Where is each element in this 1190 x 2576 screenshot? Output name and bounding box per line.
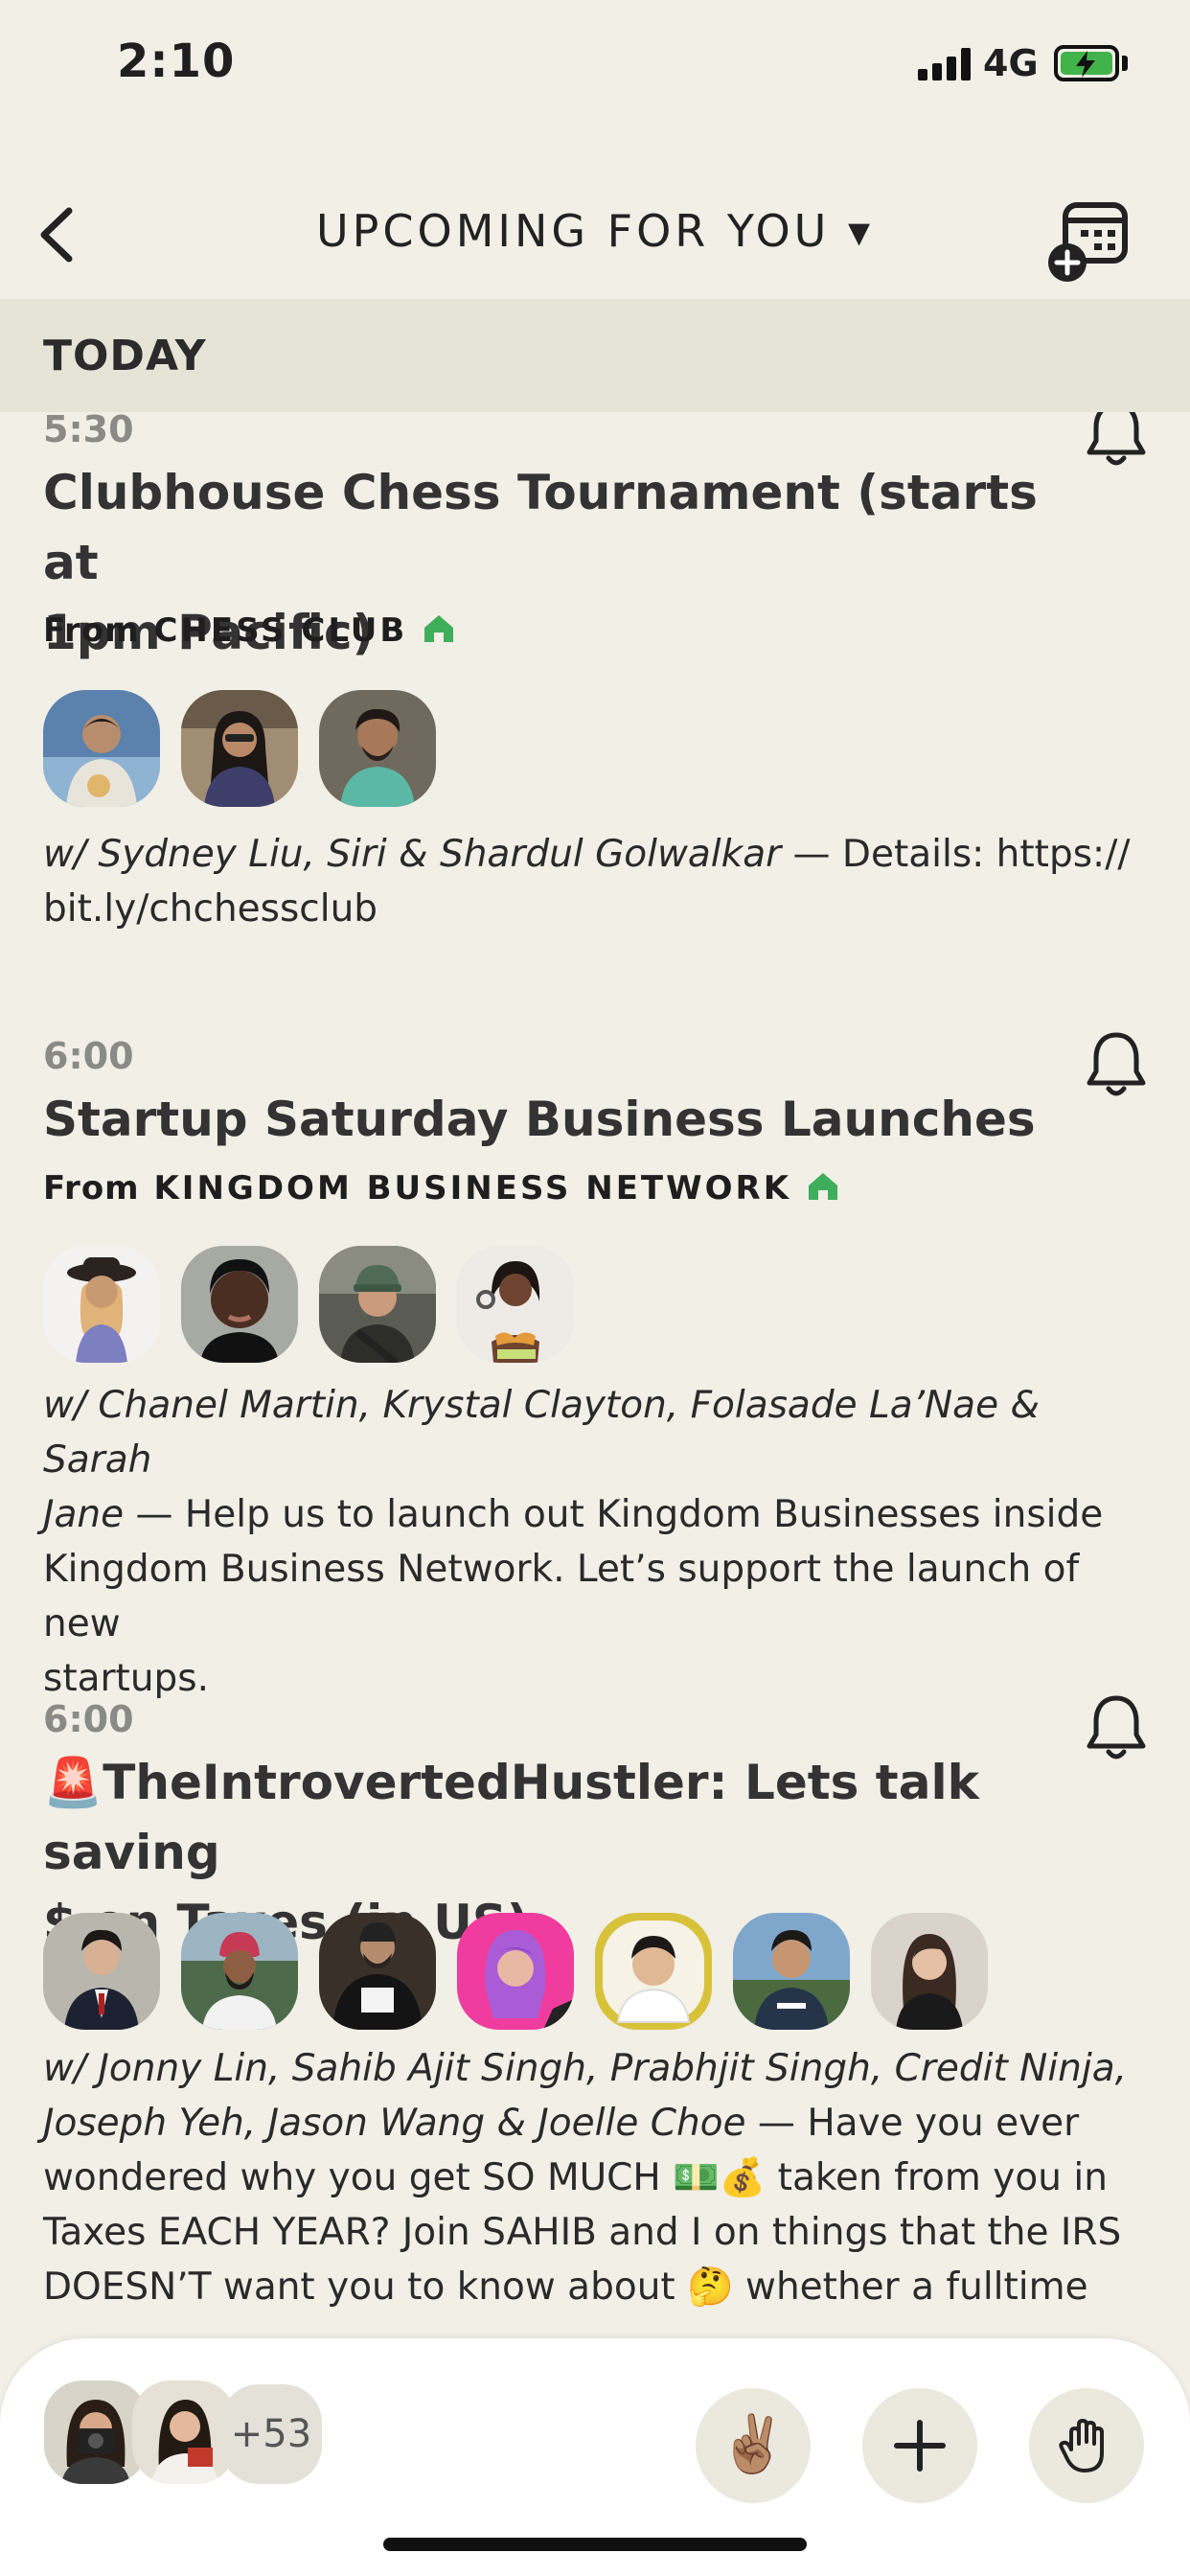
avatar[interactable] (43, 690, 160, 807)
event-time: 6:00 (43, 1698, 134, 1740)
avatar[interactable] (319, 1246, 436, 1363)
section-label: TODAY (43, 332, 207, 380)
raise-hand-button[interactable] (1029, 2388, 1144, 2503)
avatar[interactable] (181, 690, 298, 807)
add-room-button[interactable] (862, 2388, 977, 2503)
avatar[interactable] (319, 690, 436, 807)
peace-hand-icon: ✌🏽 (718, 2411, 789, 2476)
avatar[interactable] (181, 1246, 298, 1363)
page-title-dropdown[interactable]: UPCOMING FOR YOU ▾ (0, 205, 1190, 257)
cellular-signal-icon (918, 48, 972, 80)
event-description: w/ Chanel Martin, Krystal Clayton, Folas… (43, 1384, 1104, 1700)
event-item[interactable]: 5:30 Clubhouse Chess Tournament (starts … (0, 402, 1190, 939)
avatar[interactable] (43, 1246, 160, 1363)
network-label: 4G (983, 42, 1039, 84)
avatar[interactable] (43, 1913, 160, 2030)
avatar[interactable] (181, 1913, 298, 2030)
new-event-button[interactable] (1046, 197, 1134, 286)
status-time: 2:10 (117, 34, 236, 88)
status-bar: 2:10 4G (0, 0, 1190, 134)
bell-icon[interactable] (1083, 1029, 1150, 1100)
avatar[interactable] (319, 1913, 436, 2030)
home-icon (809, 1173, 838, 1200)
avatar[interactable] (457, 1913, 574, 2030)
peace-emoji-button[interactable]: ✌🏽 (696, 2388, 811, 2503)
avatar[interactable] (457, 1246, 574, 1363)
event-time: 6:00 (43, 1035, 134, 1077)
home-icon (424, 615, 454, 642)
event-time: 5:30 (43, 408, 134, 450)
event-description: w/ Sydney Liu, Siri & Shardul Golwalkar … (43, 833, 1131, 931)
event-club[interactable]: From CHESS CLUB (43, 611, 455, 650)
more-listeners-count[interactable]: +53 (220, 2384, 322, 2484)
bell-icon[interactable] (1083, 1692, 1150, 1763)
battery-icon (1054, 45, 1119, 81)
avatar[interactable] (871, 1913, 988, 2030)
home-indicator (383, 2538, 807, 2551)
plus-icon (894, 2420, 946, 2472)
avatar[interactable] (595, 1913, 712, 2030)
nav-bar: UPCOMING FOR YOU ▾ (0, 172, 1190, 297)
event-club[interactable]: From KINGDOM BUSINESS NETWORK (43, 1169, 839, 1208)
section-header-today: TODAY (0, 299, 1190, 412)
avatar[interactable] (733, 1913, 850, 2030)
raised-hand-icon (1059, 2419, 1104, 2472)
event-description: w/ Jonny Lin, Sahib Ajit Singh, Prabhjit… (43, 2047, 1128, 2309)
calendar-add-icon (1048, 202, 1128, 282)
event-item[interactable]: 6:00 Startup Saturday Business Launches … (0, 1029, 1190, 1700)
event-item[interactable]: 6:00 🚨TheIntrovertedHustler: Lets talk s… (0, 1692, 1190, 2344)
event-title: Startup Saturday Business Launches (43, 1092, 1036, 1147)
